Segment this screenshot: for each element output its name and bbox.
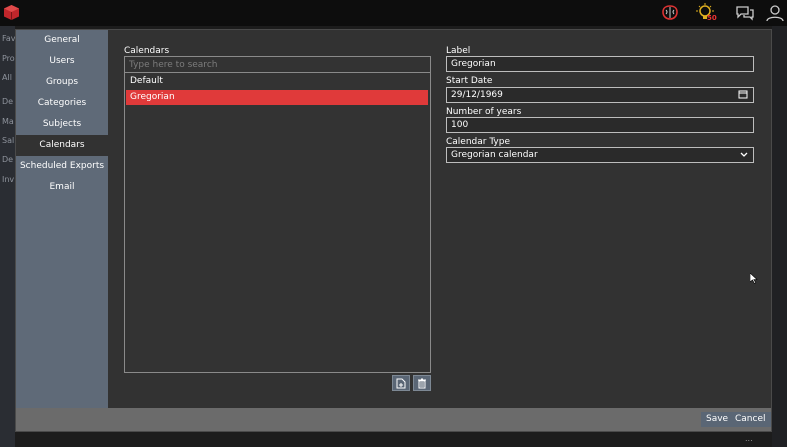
chevron-down-icon	[740, 152, 748, 157]
calendar-type-label: Calendar Type	[446, 137, 511, 147]
add-document-icon	[396, 378, 406, 389]
start-date-input[interactable]: 29/12/1969	[446, 87, 754, 103]
nav-item-categories[interactable]: Categories	[16, 93, 108, 114]
notification-count: 50	[707, 14, 717, 22]
start-date-value: 29/12/1969	[451, 90, 503, 100]
settings-dialog: General Users Groups Categories Subjects…	[15, 29, 772, 432]
calendar-type-select[interactable]: Gregorian calendar	[446, 147, 754, 163]
nav-item-subjects[interactable]: Subjects	[16, 114, 108, 135]
brain-icon[interactable]	[660, 4, 680, 22]
calendars-listbox: Default Gregorian	[124, 56, 431, 373]
background-panel	[772, 26, 787, 447]
nav-item-groups[interactable]: Groups	[16, 72, 108, 93]
save-button[interactable]: Save	[701, 412, 734, 427]
calendar-search-box	[125, 57, 430, 73]
settings-nav: General Users Groups Categories Subjects…	[16, 30, 108, 408]
nav-item-calendars[interactable]: Calendars	[16, 135, 108, 156]
years-label: Number of years	[446, 107, 522, 117]
user-icon[interactable]	[765, 4, 785, 22]
nav-item-users[interactable]: Users	[16, 51, 108, 72]
cancel-button[interactable]: Cancel	[730, 412, 771, 427]
add-calendar-button[interactable]	[392, 375, 410, 391]
notifications-button[interactable]: 50	[696, 3, 718, 23]
years-value: 100	[451, 120, 469, 130]
nav-item-general[interactable]: General	[16, 30, 108, 51]
cube-logo-icon[interactable]	[3, 4, 20, 21]
bg-more-dots: ...	[745, 434, 753, 443]
calendar-icon[interactable]	[738, 89, 748, 99]
calendar-search-input[interactable]	[125, 57, 430, 72]
label-input-value: Gregorian	[451, 59, 496, 69]
chat-icon[interactable]	[735, 4, 755, 22]
calendar-list-item[interactable]: Default	[126, 74, 428, 89]
years-input[interactable]: 100	[446, 117, 754, 133]
trash-icon	[418, 378, 426, 389]
calendar-list-item-selected[interactable]: Gregorian	[126, 90, 428, 105]
delete-calendar-button[interactable]	[413, 375, 431, 391]
calendar-type-value: Gregorian calendar	[451, 150, 538, 160]
mouse-pointer-icon	[750, 273, 758, 284]
dialog-footer: Save Cancel	[16, 408, 771, 431]
nav-item-email[interactable]: Email	[16, 177, 108, 198]
background-sidebar: Fav Pro All De Ma Sal De Inv	[0, 26, 16, 447]
calendars-heading: Calendars	[124, 46, 170, 56]
nav-item-scheduled-exports[interactable]: Scheduled Exports	[16, 156, 108, 177]
app-topbar: 50	[0, 0, 787, 26]
start-date-label: Start Date	[446, 76, 493, 86]
label-field-label: Label	[446, 46, 471, 56]
label-input[interactable]: Gregorian	[446, 56, 754, 72]
